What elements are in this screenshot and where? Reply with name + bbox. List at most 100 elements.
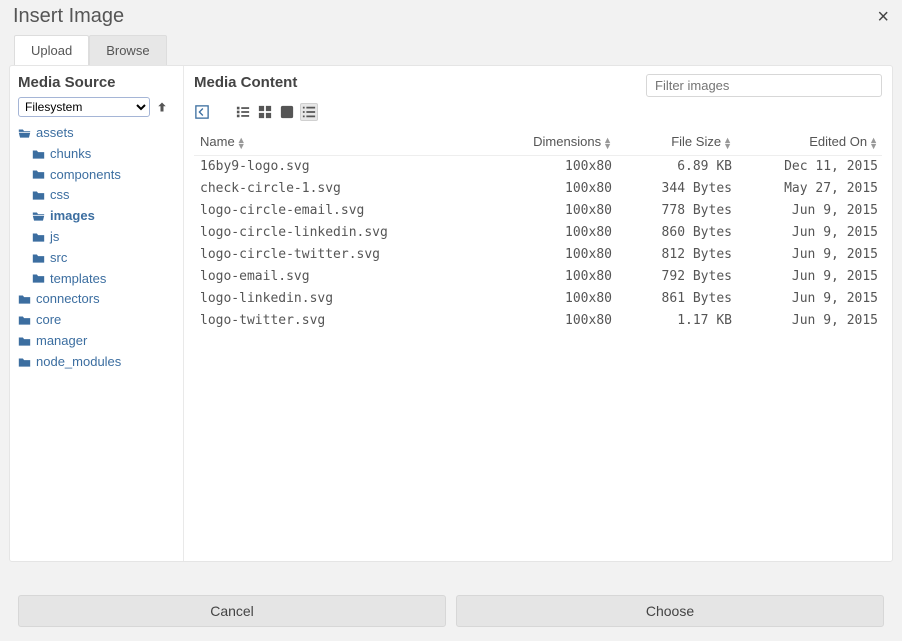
file-name: logo-linkedin.svg bbox=[194, 288, 497, 310]
file-date: Jun 9, 2015 bbox=[732, 244, 882, 266]
choose-button[interactable]: Choose bbox=[456, 595, 884, 627]
dialog-header: Insert Image × bbox=[0, 0, 902, 35]
file-name: check-circle-1.svg bbox=[194, 178, 497, 200]
file-date: Jun 9, 2015 bbox=[732, 222, 882, 244]
file-date: May 27, 2015 bbox=[732, 178, 882, 200]
media-content-title: Media Content bbox=[194, 74, 297, 91]
tree-item-manager[interactable]: manager bbox=[18, 331, 183, 352]
tree-item-images[interactable]: images bbox=[18, 206, 183, 227]
folder-icon bbox=[18, 127, 31, 140]
grid-header: Name▲▼ Dimensions▲▼ File Size▲▼ Edited O… bbox=[194, 131, 882, 156]
close-icon[interactable]: × bbox=[877, 7, 889, 27]
sort-icon: ▲▼ bbox=[603, 137, 612, 149]
file-row[interactable]: logo-linkedin.svg100x80861 BytesJun 9, 2… bbox=[194, 288, 882, 310]
sort-icon: ▲▼ bbox=[237, 137, 246, 149]
dialog-body: Media Source Filesystem assetschunkscomp… bbox=[9, 65, 893, 562]
folder-icon bbox=[32, 168, 45, 181]
col-date-header[interactable]: Edited On▲▼ bbox=[732, 131, 882, 153]
tree-item-css[interactable]: css bbox=[18, 185, 183, 206]
tree-item-components[interactable]: components bbox=[18, 165, 183, 186]
tree-item-assets[interactable]: assets bbox=[18, 123, 183, 144]
tab-bar: Upload Browse bbox=[0, 35, 902, 66]
tree-item-label: css bbox=[50, 185, 70, 206]
file-name: logo-circle-email.svg bbox=[194, 200, 497, 222]
folder-tree: assetschunkscomponentscssimagesjssrctemp… bbox=[18, 123, 183, 373]
file-size: 861 Bytes bbox=[612, 288, 732, 310]
file-name: logo-email.svg bbox=[194, 266, 497, 288]
file-row[interactable]: logo-circle-twitter.svg100x80812 BytesJu… bbox=[194, 244, 882, 266]
file-dim: 100x80 bbox=[497, 266, 612, 288]
view-modes bbox=[234, 103, 318, 121]
file-row[interactable]: logo-circle-email.svg100x80778 BytesJun … bbox=[194, 200, 882, 222]
file-dim: 100x80 bbox=[497, 222, 612, 244]
file-row[interactable]: check-circle-1.svg100x80344 BytesMay 27,… bbox=[194, 178, 882, 200]
file-row[interactable]: logo-twitter.svg100x801.17 KBJun 9, 2015 bbox=[194, 310, 882, 332]
file-dim: 100x80 bbox=[497, 178, 612, 200]
file-name: 16by9-logo.svg bbox=[194, 156, 497, 178]
media-source-title: Media Source bbox=[18, 74, 183, 91]
view-list-icon[interactable] bbox=[234, 103, 252, 121]
folder-icon bbox=[18, 356, 31, 369]
folder-icon bbox=[18, 314, 31, 327]
sort-icon: ▲▼ bbox=[723, 137, 732, 149]
file-dim: 100x80 bbox=[497, 244, 612, 266]
insert-image-dialog: Insert Image × Upload Browse Media Sourc… bbox=[0, 0, 902, 641]
dialog-footer: Cancel Choose bbox=[0, 585, 902, 641]
file-dim: 100x80 bbox=[497, 288, 612, 310]
dialog-title: Insert Image bbox=[13, 5, 124, 28]
level-up-icon[interactable] bbox=[156, 101, 168, 113]
file-grid: Name▲▼ Dimensions▲▼ File Size▲▼ Edited O… bbox=[194, 131, 882, 553]
folder-icon bbox=[18, 335, 31, 348]
file-name: logo-circle-twitter.svg bbox=[194, 244, 497, 266]
folder-icon bbox=[32, 148, 45, 161]
tree-item-label: assets bbox=[36, 123, 74, 144]
cancel-button[interactable]: Cancel bbox=[18, 595, 446, 627]
tree-item-label: images bbox=[50, 206, 95, 227]
collapse-tree-icon[interactable] bbox=[194, 104, 210, 120]
view-grid-large-icon[interactable] bbox=[278, 103, 296, 121]
tree-item-chunks[interactable]: chunks bbox=[18, 144, 183, 165]
filter-box bbox=[646, 74, 882, 97]
file-dim: 100x80 bbox=[497, 310, 612, 332]
source-select[interactable]: Filesystem bbox=[18, 97, 150, 117]
tree-item-node_modules[interactable]: node_modules bbox=[18, 352, 183, 373]
sort-icon: ▲▼ bbox=[869, 137, 878, 149]
col-name-header[interactable]: Name▲▼ bbox=[194, 131, 497, 153]
tree-item-label: templates bbox=[50, 269, 106, 290]
file-date: Jun 9, 2015 bbox=[732, 288, 882, 310]
source-row: Filesystem bbox=[18, 97, 183, 117]
file-size: 1.17 KB bbox=[612, 310, 732, 332]
content-header-row: Media Content bbox=[194, 74, 882, 97]
col-size-header[interactable]: File Size▲▼ bbox=[612, 131, 732, 153]
tab-upload[interactable]: Upload bbox=[14, 35, 89, 66]
file-size: 344 Bytes bbox=[612, 178, 732, 200]
folder-icon bbox=[32, 189, 45, 202]
media-content-pane: Media Content bbox=[184, 66, 892, 561]
file-row[interactable]: logo-email.svg100x80792 BytesJun 9, 2015 bbox=[194, 266, 882, 288]
file-date: Jun 9, 2015 bbox=[732, 266, 882, 288]
tree-item-js[interactable]: js bbox=[18, 227, 183, 248]
tree-item-core[interactable]: core bbox=[18, 310, 183, 331]
tree-item-label: manager bbox=[36, 331, 87, 352]
view-detail-icon[interactable] bbox=[300, 103, 318, 121]
tree-item-label: connectors bbox=[36, 289, 100, 310]
tree-item-label: node_modules bbox=[36, 352, 121, 373]
view-controls bbox=[194, 103, 882, 121]
tree-item-label: chunks bbox=[50, 144, 91, 165]
filter-input[interactable] bbox=[646, 74, 882, 97]
file-name: logo-twitter.svg bbox=[194, 310, 497, 332]
file-date: Dec 11, 2015 bbox=[732, 156, 882, 178]
file-dim: 100x80 bbox=[497, 156, 612, 178]
folder-icon bbox=[18, 293, 31, 306]
tab-browse[interactable]: Browse bbox=[89, 35, 166, 66]
file-date: Jun 9, 2015 bbox=[732, 200, 882, 222]
tree-item-connectors[interactable]: connectors bbox=[18, 289, 183, 310]
file-row[interactable]: logo-circle-linkedin.svg100x80860 BytesJ… bbox=[194, 222, 882, 244]
file-size: 860 Bytes bbox=[612, 222, 732, 244]
tree-item-templates[interactable]: templates bbox=[18, 269, 183, 290]
tree-item-src[interactable]: src bbox=[18, 248, 183, 269]
folder-icon bbox=[32, 272, 45, 285]
file-row[interactable]: 16by9-logo.svg100x806.89 KBDec 11, 2015 bbox=[194, 156, 882, 178]
col-dim-header[interactable]: Dimensions▲▼ bbox=[497, 131, 612, 153]
view-grid-small-icon[interactable] bbox=[256, 103, 274, 121]
